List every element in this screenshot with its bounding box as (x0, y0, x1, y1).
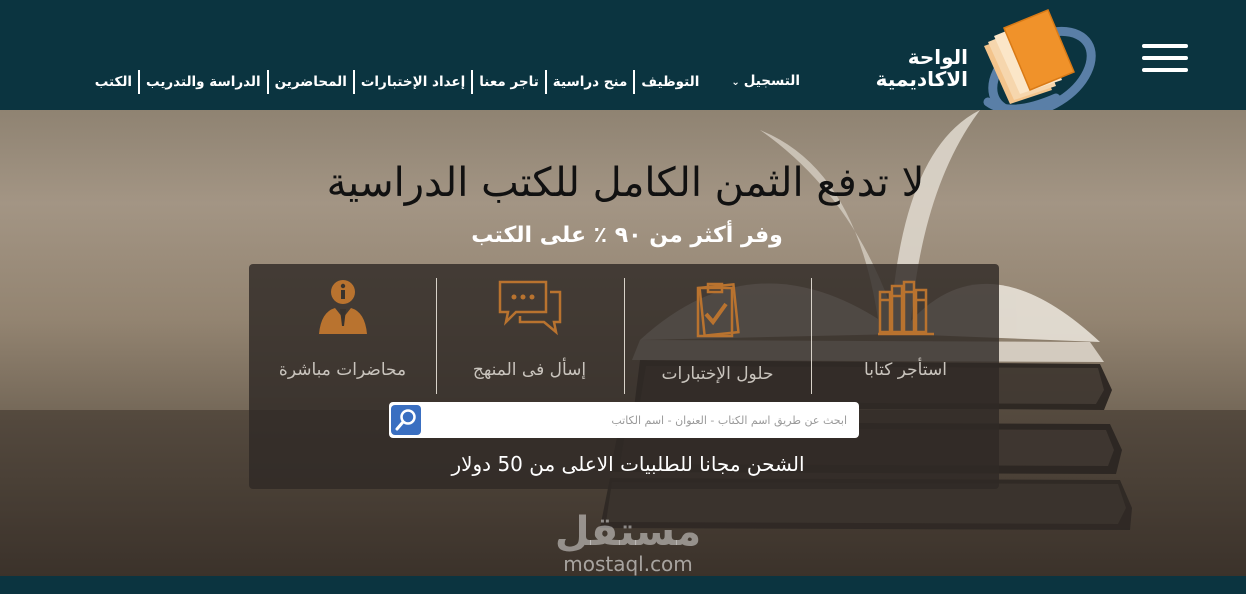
free-shipping-note: الشحن مجانا للطلبيات الاعلى من 50 دولار (451, 452, 805, 476)
search-input[interactable] (425, 402, 855, 438)
main-nav: الكتب الدراسة والتدريب المحاضرين إعداد ا… (89, 68, 806, 96)
nav-trade-with-us[interactable]: تاجر معنا (473, 70, 545, 94)
nav-scholarships[interactable]: منح دراسية (547, 70, 634, 94)
logo-text: الواحة الاكاديمية (838, 46, 968, 90)
hero-subtitle: وفر أكثر من ٩٠ ٪ على الكتب (471, 223, 783, 248)
nav-register[interactable]: التسجيل⌄ (725, 69, 806, 95)
chat-bubbles-icon (498, 280, 561, 336)
nav-exam-prep[interactable]: إعداد الإختبارات (355, 70, 471, 94)
nav-divider (138, 70, 141, 94)
service-rent-book[interactable]: استأجر كتابا (812, 278, 999, 396)
hero-banner: لا تدفع الثمن الكامل للكتب الدراسية وفر … (0, 110, 1246, 576)
nav-study-training[interactable]: الدراسة والتدريب (140, 70, 267, 94)
nav-register-label: التسجيل (743, 73, 800, 89)
service-live-lectures[interactable]: محاضرات مباشرة (249, 278, 436, 396)
search-icon (395, 409, 416, 431)
nav-divider (266, 70, 269, 94)
nav-lecturers[interactable]: المحاضرين (269, 70, 353, 94)
service-divider (811, 278, 812, 394)
logo-book-icon (983, 9, 1096, 118)
watermark-arabic: مستقل (554, 509, 702, 555)
clipboard-check-icon (696, 282, 740, 338)
site-header: الواحة الاكاديمية الكتب الدراسة والتدريب… (0, 0, 1246, 118)
service-rent-book-label: استأجر كتابا (864, 360, 947, 380)
lecturer-info-icon (318, 280, 367, 334)
service-divider (624, 278, 625, 394)
nav-books[interactable]: الكتب (89, 70, 138, 94)
service-divider (436, 278, 437, 394)
chevron-down-icon: ⌄ (731, 77, 740, 88)
service-exam-solutions-label: حلول الإختبارات (661, 364, 774, 384)
nav-divider (544, 70, 547, 94)
logo-line-1: الواحة (907, 45, 968, 69)
nav-divider (352, 70, 355, 94)
hero-title: لا تدفع الثمن الكامل للكتب الدراسية (326, 160, 925, 206)
logo-line-2: الاكاديمية (875, 67, 968, 91)
next-section-strip (0, 576, 1246, 594)
nav-divider (633, 70, 636, 94)
service-ask-curriculum[interactable]: إسأل فى المنهج (436, 278, 623, 396)
search-box (389, 402, 859, 438)
service-exam-solutions[interactable]: حلول الإختبارات (624, 278, 811, 396)
watermark-latin: mostaql.com (563, 552, 693, 576)
watermark: مستقل mostaql.com (548, 510, 708, 574)
nav-jobs[interactable]: التوظيف (635, 70, 705, 94)
service-ask-curriculum-label: إسأل فى المنهج (472, 360, 587, 380)
search-button[interactable] (391, 405, 421, 435)
nav-divider (471, 70, 474, 94)
service-live-lectures-label: محاضرات مباشرة (278, 360, 407, 380)
services-panel: استأجر كتابا حلول الإختبارات إسأل فى الم… (249, 264, 999, 489)
site-logo[interactable]: الواحة الاكاديمية (838, 6, 1100, 120)
hamburger-menu-icon[interactable] (1142, 44, 1188, 74)
books-shelf-icon (877, 280, 934, 336)
